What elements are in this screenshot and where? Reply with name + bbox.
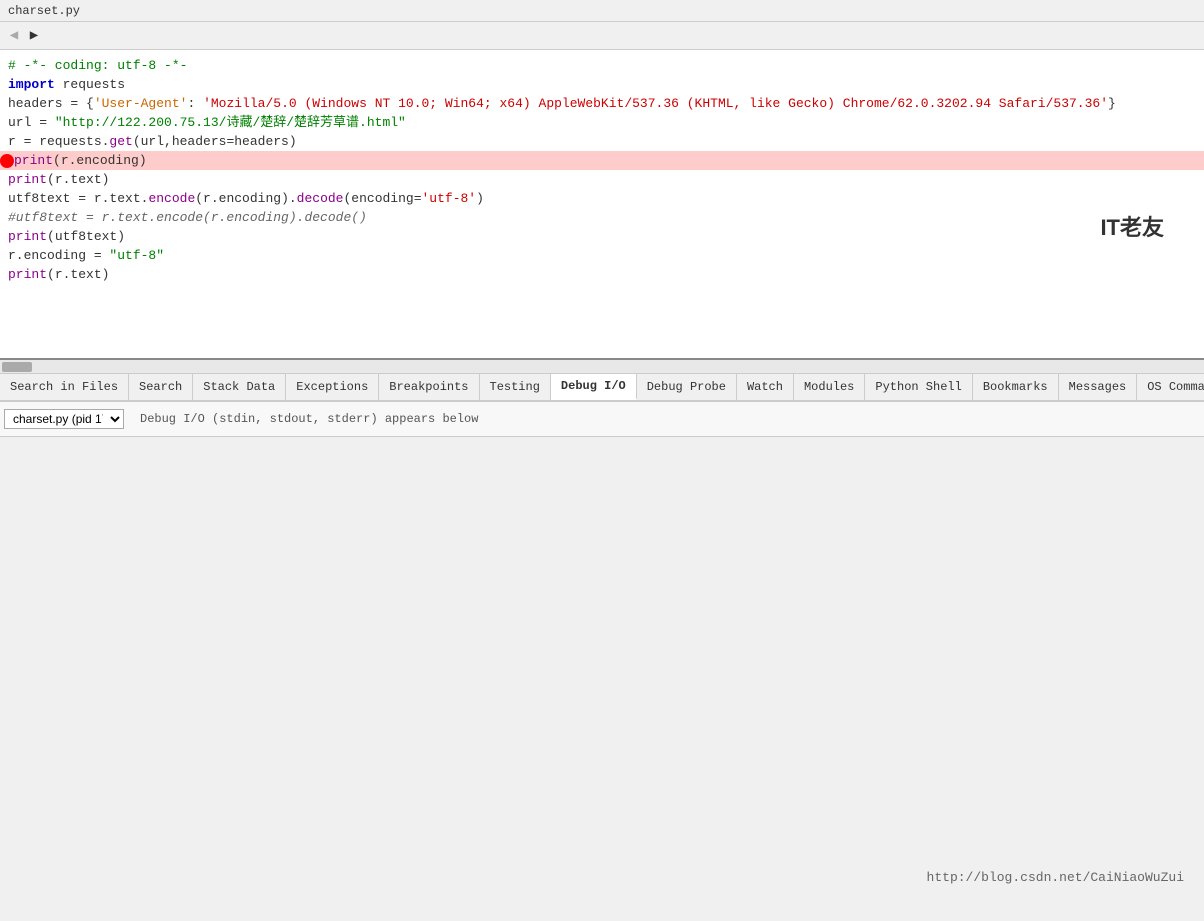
code-text: 'Mozilla/5.0 (Windows NT 10.0; Win64; x6… (203, 94, 1108, 113)
forward-arrow[interactable]: ▶ (26, 28, 42, 44)
code-text: (encoding= (343, 189, 421, 208)
code-line: r.encoding = "utf-8" (0, 246, 1204, 265)
code-text: print (8, 227, 47, 246)
tab-exceptions[interactable]: Exceptions (286, 374, 379, 400)
code-text: print (8, 151, 53, 170)
code-line: #utf8text = r.text.encode(r.encoding).de… (0, 208, 1204, 227)
tab-messages[interactable]: Messages (1059, 374, 1138, 400)
code-line-highlighted: print(r.encoding) (0, 151, 1204, 170)
code-text: headers = { (8, 94, 94, 113)
code-text: 'User-Agent' (94, 94, 188, 113)
code-line: utf8text = r.text.encode(r.encoding).dec… (0, 189, 1204, 208)
code-text: ) (476, 189, 484, 208)
code-text: (utf8text) (47, 227, 125, 246)
tab-debug-probe[interactable]: Debug Probe (637, 374, 737, 400)
back-arrow[interactable]: ◀ (6, 28, 22, 44)
code-text: # -*- coding: utf-8 -*- (8, 56, 187, 75)
code-text: (r.text) (47, 170, 109, 189)
code-text: url = (8, 113, 55, 132)
tab-os-commands[interactable]: OS Commands (1137, 374, 1204, 400)
code-text: (r.text) (47, 265, 109, 284)
scrollbar-thumb[interactable] (2, 362, 32, 372)
code-line: r = requests.get(url,headers=headers) (0, 132, 1204, 151)
code-text: "utf-8" (109, 246, 164, 265)
nav-arrows: ◀ ▶ (0, 22, 1204, 50)
breakpoint-indicator (0, 154, 14, 168)
debug-io-message: Debug I/O (stdin, stdout, stderr) appear… (132, 406, 486, 432)
tab-stack-data[interactable]: Stack Data (193, 374, 286, 400)
code-text: decode (297, 189, 344, 208)
code-line: # -*- coding: utf-8 -*- (0, 56, 1204, 75)
tab-bookmarks[interactable]: Bookmarks (973, 374, 1059, 400)
tab-breakpoints[interactable]: Breakpoints (379, 374, 479, 400)
code-line: print(r.text) (0, 170, 1204, 189)
pid-select[interactable]: charset.py (pid 17( (4, 409, 124, 429)
code-text: encode (148, 189, 195, 208)
code-line: import requests (0, 75, 1204, 94)
code-text: "http://122.200.75.13/诗藏/楚辞/楚辞芳草谱.html" (55, 113, 406, 132)
code-text: : (187, 94, 203, 113)
bottom-toolbar: charset.py (pid 17( Debug I/O (stdin, st… (0, 402, 1204, 437)
tab-watch[interactable]: Watch (737, 374, 794, 400)
code-text: import (8, 75, 55, 94)
tab-testing[interactable]: Testing (480, 374, 551, 400)
code-text: print (8, 170, 47, 189)
code-text: get (109, 132, 132, 151)
code-line: print(r.text) (0, 265, 1204, 284)
tab-python-shell[interactable]: Python Shell (865, 374, 972, 400)
code-text: 'utf-8' (422, 189, 477, 208)
code-text: print (8, 265, 47, 284)
title-bar: charset.py (0, 0, 1204, 22)
editor-area: # -*- coding: utf-8 -*- import requests … (0, 50, 1204, 360)
tabs-bar: Search in FilesSearchStack DataException… (0, 374, 1204, 402)
horizontal-scrollbar[interactable] (0, 360, 1204, 374)
code-text: (url,headers=headers) (133, 132, 297, 151)
bottom-panel-container: charset.py (pid 17( Debug I/O (stdin, st… (0, 402, 1204, 437)
file-title: charset.py (8, 4, 80, 18)
code-line: url = "http://122.200.75.13/诗藏/楚辞/楚辞芳草谱.… (0, 113, 1204, 132)
tab-modules[interactable]: Modules (794, 374, 865, 400)
code-text: r.encoding = (8, 246, 109, 265)
code-text: utf8text = r.text. (8, 189, 148, 208)
code-text: } (1108, 94, 1116, 113)
tab-search-in-files[interactable]: Search in Files (0, 374, 129, 400)
code-text: requests (55, 75, 125, 94)
watermark: IT老友 (1100, 210, 1164, 242)
code-line: headers = {'User-Agent': 'Mozilla/5.0 (W… (0, 94, 1204, 113)
footer-area: http://blog.csdn.net/CaiNiaoWuZui (0, 437, 1204, 897)
code-text: #utf8text = r.text.encode(r.encoding).de… (8, 208, 367, 227)
code-line: print(utf8text) (0, 227, 1204, 246)
code-text: (r.encoding). (195, 189, 296, 208)
footer-url: http://blog.csdn.net/CaiNiaoWuZui (927, 870, 1184, 885)
code-text: (r.encoding) (53, 151, 147, 170)
code-text: r = requests. (8, 132, 109, 151)
code-content: # -*- coding: utf-8 -*- import requests … (0, 50, 1204, 290)
tab-search[interactable]: Search (129, 374, 193, 400)
tab-debug-io[interactable]: Debug I/O (551, 374, 637, 400)
